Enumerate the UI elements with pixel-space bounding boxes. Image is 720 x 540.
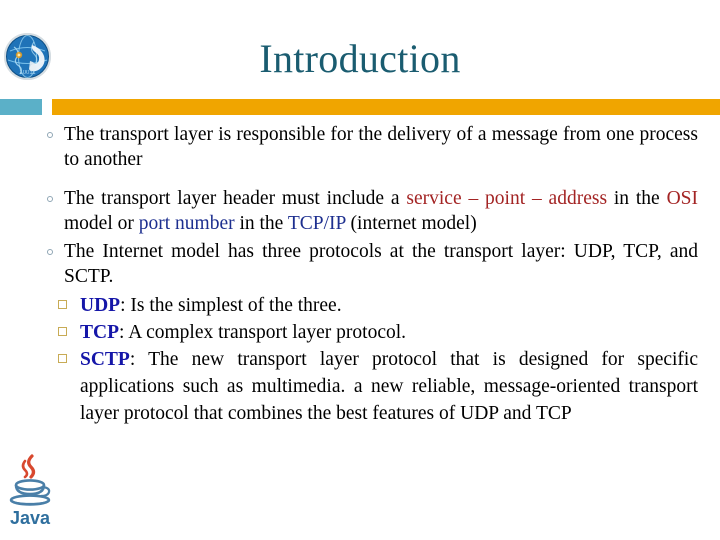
sub-bullet-item-udp: UDP: Is the simplest of the three. [58,292,698,319]
sub-bullet-item-sctp: SCTP: The new transport layer protocol t… [58,346,698,427]
bullet-item: The transport layer header must include … [46,186,698,236]
circle-bullet-icon [47,249,53,255]
protocol-name-udp: UDP [80,295,121,316]
accent-band-teal [0,99,42,115]
slide-canvas: 10011 Introduction The transport layer i… [0,0,720,540]
highlight-service-point-address: service – point – address [406,188,608,209]
bullet-text: The Internet model has three protocols a… [64,241,698,287]
bullet-text: The transport layer is responsible for t… [64,124,698,170]
circle-bullet-icon [47,132,53,138]
svg-text:10011: 10011 [19,70,36,76]
square-bullet-icon [58,300,67,309]
protocol-name-tcp: TCP [80,322,119,343]
sub-bullet-text: : The new transport layer protocol that … [80,349,698,424]
accent-band-orange [52,99,720,115]
highlight-tcp-ip: TCP/IP [287,213,346,234]
circle-bullet-icon [47,196,53,202]
globe-network-icon: 10011 [4,33,51,80]
svg-text:Java: Java [10,508,51,528]
highlight-port-number: port number [138,213,235,234]
bullet-text-part: The transport layer header must include … [64,188,407,209]
bullet-text-part: (internet model) [345,213,477,234]
accent-band [0,99,720,115]
sub-bullet-item-tcp: TCP: A complex transport layer protocol. [58,319,698,346]
bullet-text-part: model or [64,213,139,234]
highlight-osi: OSI [666,188,698,209]
bullet-item: The Internet model has three protocols a… [46,239,698,289]
square-bullet-icon [58,354,67,363]
slide-body: The transport layer is responsible for t… [0,122,720,522]
square-bullet-icon [58,327,67,336]
bullet-item: The transport layer is responsible for t… [46,122,698,172]
java-logo: Java [5,452,57,532]
protocol-name-sctp: SCTP [80,349,130,370]
sub-bullet-text: : A complex transport layer protocol. [119,322,407,343]
page-title: Introduction [259,36,461,81]
sub-bullet-text: : Is the simplest of the three. [120,295,342,316]
bullet-text-part: in the [607,188,667,209]
bullet-text-part: in the [234,213,288,234]
